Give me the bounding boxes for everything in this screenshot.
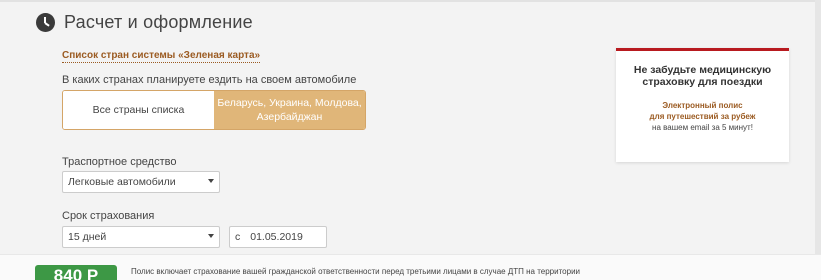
start-date-value: 01.05.2019	[250, 231, 303, 243]
promo-line-3: на вашем email за 5 минут!	[652, 123, 753, 132]
chevron-down-icon	[208, 179, 214, 183]
footer-note: Полис включает страхование вашей граждан…	[131, 267, 581, 276]
vehicle-select-value: Легковые автомобили	[68, 176, 176, 188]
start-date-field[interactable]: с 01.05.2019	[229, 226, 327, 248]
countries-label: В каких странах планируете ездить на сво…	[62, 74, 357, 86]
page-title: Расчет и оформление	[64, 11, 253, 32]
section-header: Расчет и оформление	[36, 10, 253, 34]
green-card-countries-link[interactable]: Список стран системы «Зеленая карта»	[62, 50, 261, 63]
period-label: Срок страхования	[62, 210, 155, 222]
chevron-down-icon	[208, 234, 214, 238]
promo-line-1: Электронный полис	[662, 101, 743, 110]
period-select-value: 15 дней	[68, 231, 107, 243]
period-select[interactable]: 15 дней	[62, 226, 220, 248]
option-belarus-ukraine-moldova-azerbaijan[interactable]: Беларусь, Украина, Молдова, Азербайджан	[214, 91, 365, 129]
top-divider	[0, 0, 821, 2]
promo-title: Не забудьте медицинскую страховку для по…	[633, 64, 772, 88]
vehicle-label: Траспортное средство	[62, 156, 177, 168]
clock-icon	[36, 12, 55, 32]
medical-insurance-promo[interactable]: Не забудьте медицинскую страховку для по…	[616, 48, 789, 162]
page-scrollbar[interactable]	[815, 0, 821, 280]
vehicle-select[interactable]: Легковые автомобили	[62, 171, 220, 193]
date-prefix: с	[235, 231, 241, 243]
price-button[interactable]: 840 Р	[35, 265, 117, 280]
option-all-countries[interactable]: Все страны списка	[63, 91, 214, 129]
countries-toggle: Все страны списка Беларусь, Украина, Мол…	[62, 90, 366, 130]
promo-line-2: для путешествий за рубеж	[649, 112, 756, 121]
